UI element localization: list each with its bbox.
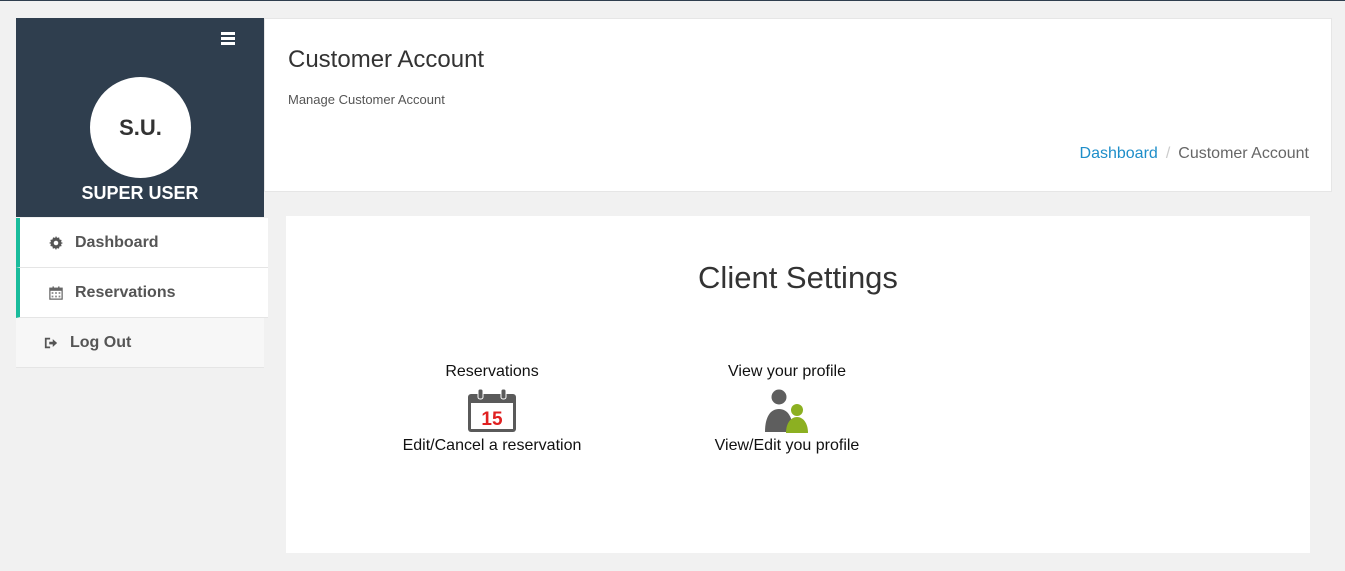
profile-tile[interactable]: View your profile View/Edit you profile	[681, 363, 893, 455]
reservations-tile[interactable]: Reservations 15 Edit/Cancel a reservatio…	[390, 363, 594, 455]
avatar: S.U.	[90, 77, 191, 178]
breadcrumb-separator: /	[1165, 145, 1171, 162]
hamburger-menu-icon[interactable]	[221, 32, 235, 45]
calendar-icon	[49, 285, 63, 300]
breadcrumb-current: Customer Account	[1178, 145, 1309, 162]
tile-description: Edit/Cancel a reservation	[402, 437, 582, 454]
breadcrumb-dashboard-link[interactable]: Dashboard	[1080, 145, 1158, 162]
page-header: Customer Account Manage Customer Account…	[264, 18, 1332, 192]
calendar-15-icon: 15	[468, 388, 516, 432]
page-title: Customer Account	[288, 46, 485, 73]
gear-icon	[49, 235, 63, 250]
sidebar-nav: Dashboard Reservations Log Out	[16, 218, 268, 368]
avatar-initials: S.U.	[119, 114, 162, 140]
calendar-day-number: 15	[481, 409, 503, 430]
users-icon	[765, 389, 808, 433]
user-name: SUPER USER	[81, 183, 199, 203]
sidebar-item-label: Dashboard	[75, 233, 159, 251]
breadcrumb: Dashboard / Customer Account	[1080, 145, 1309, 163]
client-settings-panel: Client Settings Reservations 15 Edit/Can…	[286, 216, 1310, 553]
tile-description: View/Edit you profile	[714, 437, 860, 454]
sidebar-item-logout[interactable]: Log Out	[16, 318, 264, 368]
sidebar-item-label: Log Out	[70, 333, 132, 351]
tile-heading: View your profile	[728, 363, 846, 380]
tile-heading: Reservations	[445, 363, 539, 380]
sidebar-item-dashboard[interactable]: Dashboard	[16, 218, 268, 268]
sidebar-item-label: Reservations	[75, 283, 176, 301]
sign-out-icon	[44, 337, 58, 348]
panel-title: Client Settings	[698, 260, 898, 295]
page-subtitle: Manage Customer Account	[288, 92, 445, 107]
sidebar-profile: S.U. SUPER USER	[16, 18, 264, 217]
sidebar-item-reservations[interactable]: Reservations	[16, 268, 268, 318]
